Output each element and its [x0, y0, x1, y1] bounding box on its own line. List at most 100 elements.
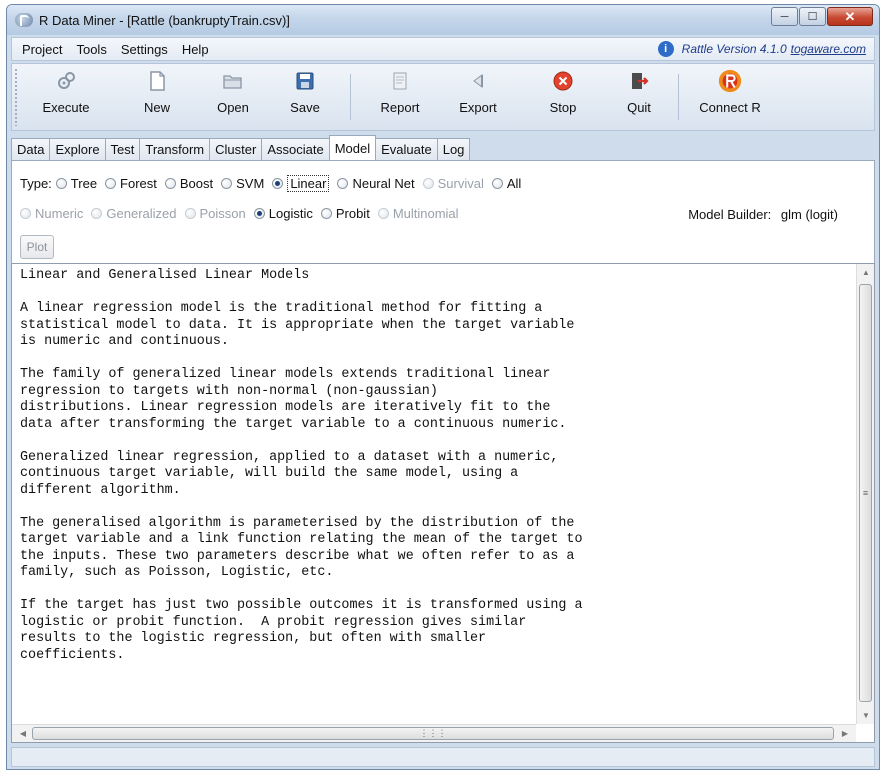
close-button[interactable]: ✕ [827, 7, 873, 26]
vertical-scroll-thumb[interactable]: ≡ [859, 284, 872, 702]
maximize-button[interactable]: ☐ [799, 7, 826, 26]
radio-label: Logistic [268, 206, 313, 221]
output-line: continuous target variable, will build t… [20, 466, 519, 481]
output-line: logistic or probit function. A probit re… [20, 614, 527, 630]
toolbar-grip[interactable] [14, 68, 19, 126]
model-builder-label: Model Builder: [688, 207, 772, 222]
radio-survival[interactable] [422, 178, 434, 189]
stop-button[interactable]: Stop [538, 68, 588, 126]
scroll-up-icon[interactable]: ▲ [857, 268, 874, 277]
radio-label: Linear [287, 175, 330, 192]
tab-label: Cluster [215, 142, 257, 157]
quit-icon [626, 68, 652, 94]
output-text: Linear and Generalised Linear Models A l… [20, 268, 848, 664]
radio-generalized[interactable] [91, 208, 103, 219]
radio-label: Boost [179, 176, 214, 191]
radio-poisson[interactable] [184, 208, 196, 219]
model-builder-value: glm (logit) [780, 207, 838, 222]
output-line: statistical model to data. It is appropr… [20, 317, 575, 333]
output-line: is numeric and continuous. [20, 334, 229, 349]
connect-r-button[interactable]: Connect R [690, 68, 770, 126]
tab-evaluate[interactable]: Evaluate [375, 138, 438, 160]
radio-probit[interactable] [320, 208, 332, 219]
radio-linear[interactable] [272, 178, 284, 189]
radio-label: Tree [70, 176, 98, 191]
family-row: Numeric Generalized Poisson Logistic Pro… [12, 206, 459, 221]
open-button[interactable]: Open [208, 68, 258, 126]
quit-button[interactable]: Quit [614, 68, 664, 126]
menu-project[interactable]: Project [22, 42, 62, 57]
scroll-down-icon[interactable]: ▼ [857, 711, 874, 720]
status-bar [11, 747, 875, 767]
model-options-panel: Type: Tree Forest Boost SVM Linear Neura… [11, 160, 875, 264]
connect-r-label: Connect R [699, 100, 761, 115]
radio-label: All [506, 176, 522, 191]
app-window: R Data Miner - [Rattle (bankruptyTrain.c… [6, 4, 880, 770]
horizontal-scrollbar[interactable]: ◀ ⋮⋮⋮ ▶ [12, 724, 856, 742]
radio-multinomial[interactable] [377, 208, 389, 219]
tab-bar: Data Explore Test Transform Cluster Asso… [11, 135, 471, 160]
report-label: Report [380, 100, 420, 115]
menu-help[interactable]: Help [182, 42, 209, 57]
folder-open-icon [220, 68, 246, 94]
horizontal-scroll-thumb[interactable]: ⋮⋮⋮ [32, 727, 834, 740]
radio-svm[interactable] [221, 178, 233, 189]
output-line: A linear regression model is the traditi… [20, 301, 543, 316]
r-logo-icon [717, 68, 743, 94]
version-info: i Rattle Version 4.1.0 togaware.com [657, 41, 866, 57]
save-button[interactable]: Save [280, 68, 330, 126]
radio-label: Probit [335, 206, 370, 221]
stop-label: Stop [549, 100, 577, 115]
menu-settings[interactable]: Settings [121, 42, 168, 57]
tab-explore[interactable]: Explore [49, 138, 106, 160]
output-line: distributions. Linear regression models … [20, 400, 551, 415]
model-builder: Model Builder: glm (logit) [688, 207, 838, 222]
radio-all[interactable] [491, 178, 503, 189]
menu-tools[interactable]: Tools [76, 42, 106, 57]
info-icon: i [657, 41, 674, 57]
minimize-button[interactable]: ─ [771, 7, 798, 26]
radio-logistic[interactable] [253, 208, 265, 219]
output-line: target variable and a link function rela… [20, 532, 583, 547]
togaware-link[interactable]: togaware.com [791, 42, 866, 56]
export-button[interactable]: Export [450, 68, 506, 126]
tab-label: Model [334, 140, 371, 156]
radio-label: Generalized [106, 206, 177, 221]
radio-tree[interactable] [55, 178, 67, 189]
radio-label: Forest [120, 176, 157, 191]
tab-associate[interactable]: Associate [261, 138, 330, 160]
grip-icon: ⋮⋮⋮ [419, 728, 447, 738]
execute-button[interactable]: Execute [36, 68, 96, 126]
radio-label: Survival [437, 176, 484, 191]
radio-forest[interactable] [105, 178, 117, 189]
new-button[interactable]: New [132, 68, 182, 126]
tab-data[interactable]: Data [11, 138, 51, 160]
tab-cluster[interactable]: Cluster [209, 138, 263, 160]
plot-button[interactable]: Plot [20, 235, 54, 259]
tab-transform[interactable]: Transform [139, 138, 211, 160]
report-icon [387, 68, 413, 94]
radio-numeric[interactable] [20, 208, 31, 219]
tab-label: Test [110, 142, 135, 157]
radio-neural-net[interactable] [337, 178, 349, 189]
output-line: The family of generalized linear models … [20, 367, 551, 382]
report-button[interactable]: Report [370, 68, 430, 126]
tab-log[interactable]: Log [436, 138, 471, 160]
scroll-left-icon[interactable]: ◀ [14, 729, 32, 738]
tab-label: Evaluate [381, 142, 432, 157]
radio-label: SVM [236, 176, 265, 191]
version-text: Rattle Version 4.1.0 [681, 42, 787, 56]
r-app-icon [15, 13, 33, 27]
vertical-scrollbar[interactable]: ▲ ≡ ▼ [856, 264, 874, 724]
output-line: data after transforming the target varia… [20, 416, 567, 432]
tab-label: Associate [267, 142, 324, 157]
title-bar[interactable]: R Data Miner - [Rattle (bankruptyTrain.c… [7, 5, 879, 35]
scroll-right-icon[interactable]: ▶ [836, 729, 854, 738]
output-textview[interactable]: Linear and Generalised Linear Models A l… [11, 263, 875, 743]
tab-test[interactable]: Test [104, 138, 141, 160]
tab-model[interactable]: Model [328, 135, 377, 160]
close-icon: ✕ [844, 8, 856, 24]
radio-boost[interactable] [164, 178, 176, 189]
